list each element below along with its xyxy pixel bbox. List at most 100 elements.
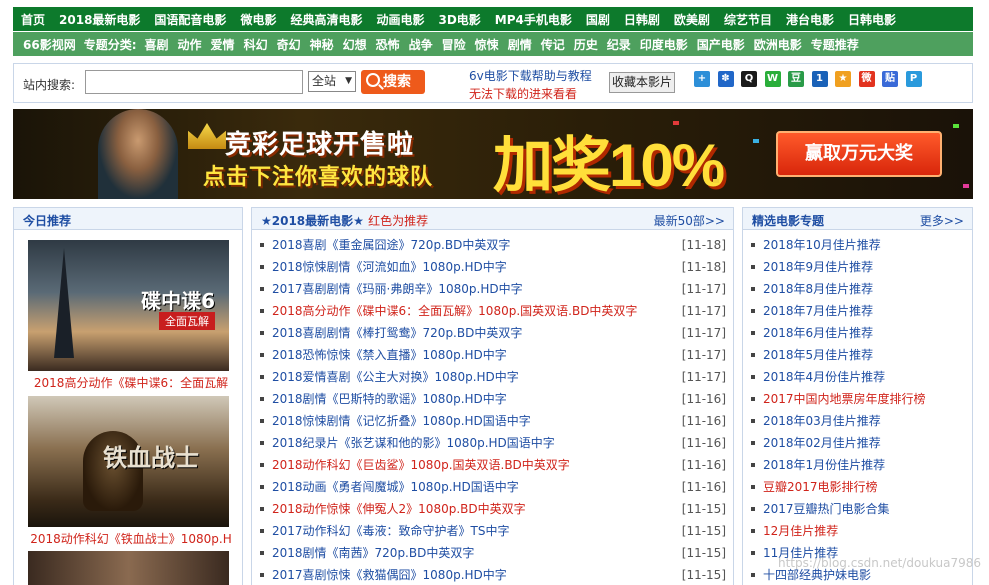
movie-title-link[interactable]: 2018高分动作《碟中谍6：全面瓦解》1080p.国英双语.BD中英双字 — [272, 304, 637, 318]
list-item[interactable]: 12月佳片推荐 — [751, 520, 972, 542]
banner-cta-button[interactable]: 赢取万元大奖 — [776, 131, 942, 177]
list-item[interactable]: 2018年4月份佳片推荐 — [751, 366, 972, 388]
movie-title-link[interactable]: 2018纪录片《张艺谋和他的影》1080p.HD国语中字 — [272, 436, 555, 450]
nav-item[interactable]: 动画电影 — [376, 11, 424, 28]
movie-title-link[interactable]: 2018恐怖惊悚《禁入直播》1080p.HD中字 — [272, 348, 507, 362]
nav-item[interactable]: 3D电影 — [438, 11, 480, 28]
nav-item[interactable]: 欧美剧 — [674, 11, 710, 28]
movie-title-link[interactable]: 2018惊悚剧情《记忆折叠》1080p.HD国语中字 — [272, 414, 531, 428]
more-link[interactable]: 更多>> — [920, 212, 964, 229]
download-help-link[interactable]: 6v电影下载帮助与教程 — [469, 67, 592, 84]
list-item[interactable]: 2017豆瓣热门电影合集 — [751, 498, 972, 520]
nav-item[interactable]: 2018最新电影 — [59, 11, 140, 28]
list-item[interactable]: 2017中国内地票房年度排行榜 — [751, 388, 972, 410]
category-link[interactable]: 喜剧 — [145, 36, 169, 53]
category-link[interactable]: 爱情 — [211, 36, 235, 53]
category-link[interactable]: 惊悚 — [475, 36, 499, 53]
list-item[interactable]: 2018惊悚剧情《记忆折叠》1080p.HD国语中字 [11-16] — [260, 410, 733, 432]
category-link[interactable]: 冒险 — [442, 36, 466, 53]
category-link[interactable]: 欧洲电影 — [754, 36, 802, 53]
movie-title-link[interactable]: 2017喜剧惊悚《救猫偶囧》1080p.HD中字 — [272, 568, 507, 582]
category-link[interactable]: 传记 — [541, 36, 565, 53]
list-item[interactable]: 2018恐怖惊悚《禁入直播》1080p.HD中字 [11-17] — [260, 344, 733, 366]
list-item[interactable]: 2017喜剧剧情《玛丽·弗朗辛》1080p.HD中字 [11-17] — [260, 278, 733, 300]
douban-share-icon[interactable]: 豆 — [788, 71, 804, 87]
topic-link[interactable]: 2018年03月佳片推荐 — [763, 414, 881, 428]
movie-title-link[interactable]: 2018剧情《南茜》720p.BD中英双字 — [272, 546, 474, 560]
category-link[interactable]: 战争 — [409, 36, 433, 53]
movie-title-link[interactable]: 2018动作惊悚《伸冤人2》1080p.BD中英双字 — [272, 502, 526, 516]
topic-link[interactable]: 2017豆瓣热门电影合集 — [763, 502, 890, 516]
category-link[interactable]: 恐怖 — [376, 36, 400, 53]
movie-title-link[interactable]: 2018爱情喜剧《公主大对换》1080p.HD中字 — [272, 370, 519, 384]
list-item[interactable]: 2017喜剧惊悚《救猫偶囧》1080p.HD中字 [11-15] — [260, 564, 733, 585]
qzone-share-icon[interactable]: ★ — [835, 71, 851, 87]
renren-share-icon[interactable]: 1 — [811, 71, 828, 87]
movie-poster-1[interactable]: 碟中谍6 全面瓦解 — [28, 240, 229, 371]
list-item[interactable]: 豆瓣2017电影排行榜 — [751, 476, 972, 498]
category-link[interactable]: 印度电影 — [640, 36, 688, 53]
topic-link[interactable]: 12月佳片推荐 — [763, 524, 838, 538]
nav-item[interactable]: 港台电影 — [786, 11, 834, 28]
topic-link[interactable]: 2018年5月佳片推荐 — [763, 348, 873, 362]
category-link[interactable]: 纪录 — [607, 36, 631, 53]
list-item[interactable]: 2018纪录片《张艺谋和他的影》1080p.HD国语中字 [11-16] — [260, 432, 733, 454]
list-item[interactable]: 2018爱情喜剧《公主大对换》1080p.HD中字 [11-17] — [260, 366, 733, 388]
nav-item[interactable]: 首页 — [21, 11, 45, 28]
list-item[interactable]: 2018年1月份佳片推荐 — [751, 454, 972, 476]
wechat-share-icon[interactable]: W — [764, 71, 781, 87]
topic-link[interactable]: 2018年4月份佳片推荐 — [763, 370, 885, 384]
topic-link[interactable]: 2018年6月佳片推荐 — [763, 326, 873, 340]
movie-title-link[interactable]: 2018喜剧剧情《棒打鸳鸯》720p.BD中英双字 — [272, 326, 522, 340]
poster-caption-1[interactable]: 2018高分动作《碟中谍6：全面瓦解 — [26, 374, 236, 391]
topic-link[interactable]: 2017中国内地票房年度排行榜 — [763, 392, 926, 406]
category-link[interactable]: 剧情 — [508, 36, 532, 53]
topic-link[interactable]: 2018年10月佳片推荐 — [763, 238, 881, 252]
topic-link[interactable]: 十四部经典护妹电影 — [763, 568, 871, 582]
nav-item[interactable]: 国语配音电影 — [154, 11, 226, 28]
ad-banner[interactable]: 竞彩足球开售啦 点击下注你喜欢的球队 加奖10% 赢取万元大奖 — [13, 109, 973, 199]
movie-title-link[interactable]: 2018动作科幻《巨齿鲨》1080p.国英双语.BD中英双字 — [272, 458, 570, 472]
category-link[interactable]: 专题推荐 — [811, 36, 859, 53]
list-item[interactable]: 2018动作科幻《巨齿鲨》1080p.国英双语.BD中英双字 [11-16] — [260, 454, 733, 476]
more-link[interactable]: 最新50部>> — [654, 212, 725, 229]
grid-share-icon[interactable]: ✽ — [717, 71, 734, 87]
category-link[interactable]: 幻想 — [343, 36, 367, 53]
nav-item[interactable]: 日韩电影 — [848, 11, 896, 28]
topic-link[interactable]: 2018年1月份佳片推荐 — [763, 458, 885, 472]
site-name-link[interactable]: 66影视网 — [23, 36, 76, 53]
nav-item[interactable]: 微电影 — [240, 11, 276, 28]
nav-item[interactable]: 经典高清电影 — [290, 11, 362, 28]
movie-title-link[interactable]: 2018剧情《巴斯特的歌谣》1080p.HD中字 — [272, 392, 507, 406]
list-item[interactable]: 2018剧情《巴斯特的歌谣》1080p.HD中字 [11-16] — [260, 388, 733, 410]
favorite-button[interactable]: 收藏本影片 — [609, 72, 675, 93]
movie-poster-3[interactable] — [28, 551, 229, 585]
qq-share-icon[interactable]: Q — [741, 71, 757, 87]
movie-title-link[interactable]: 2017动作科幻《毒液：致命守护者》TS中字 — [272, 524, 510, 538]
pinterest-share-icon[interactable]: P — [905, 71, 922, 87]
movie-title-link[interactable]: 2018动画《勇者闯魔城》1080p.HD国语中字 — [272, 480, 519, 494]
category-link[interactable]: 动作 — [178, 36, 202, 53]
search-input[interactable] — [85, 70, 303, 94]
category-link[interactable]: 科幻 — [244, 36, 268, 53]
list-item[interactable]: 2018年7月佳片推荐 — [751, 300, 972, 322]
movie-title-link[interactable]: 2018喜剧《重金属囧途》720p.BD中英双字 — [272, 238, 510, 252]
topic-link[interactable]: 2018年02月佳片推荐 — [763, 436, 881, 450]
topic-link[interactable]: 2018年8月佳片推荐 — [763, 282, 873, 296]
topic-link[interactable]: 2018年7月佳片推荐 — [763, 304, 873, 318]
list-item[interactable]: 2018喜剧《重金属囧途》720p.BD中英双字 [11-18] — [260, 234, 733, 256]
list-item[interactable]: 2017动作科幻《毒液：致命守护者》TS中字 [11-15] — [260, 520, 733, 542]
list-item[interactable]: 2018惊悚剧情《河流如血》1080p.HD中字 [11-18] — [260, 256, 733, 278]
list-item[interactable]: 2018年5月佳片推荐 — [751, 344, 972, 366]
nav-item[interactable]: 综艺节目 — [724, 11, 772, 28]
download-fail-link[interactable]: 无法下载的进来看看 — [469, 85, 577, 102]
movie-title-link[interactable]: 2018惊悚剧情《河流如血》1080p.HD中字 — [272, 260, 507, 274]
search-button[interactable]: 搜索 — [361, 70, 425, 94]
list-item[interactable]: 2018年6月佳片推荐 — [751, 322, 972, 344]
tieba-share-icon[interactable]: 贴 — [882, 71, 898, 87]
movie-title-link[interactable]: 2017喜剧剧情《玛丽·弗朗辛》1080p.HD中字 — [272, 282, 523, 296]
nav-item[interactable]: 国剧 — [586, 11, 610, 28]
list-item[interactable]: 2018动作惊悚《伸冤人2》1080p.BD中英双字 [11-15] — [260, 498, 733, 520]
nav-item[interactable]: MP4手机电影 — [495, 11, 572, 28]
movie-poster-2[interactable]: 铁血战士 — [28, 396, 229, 527]
